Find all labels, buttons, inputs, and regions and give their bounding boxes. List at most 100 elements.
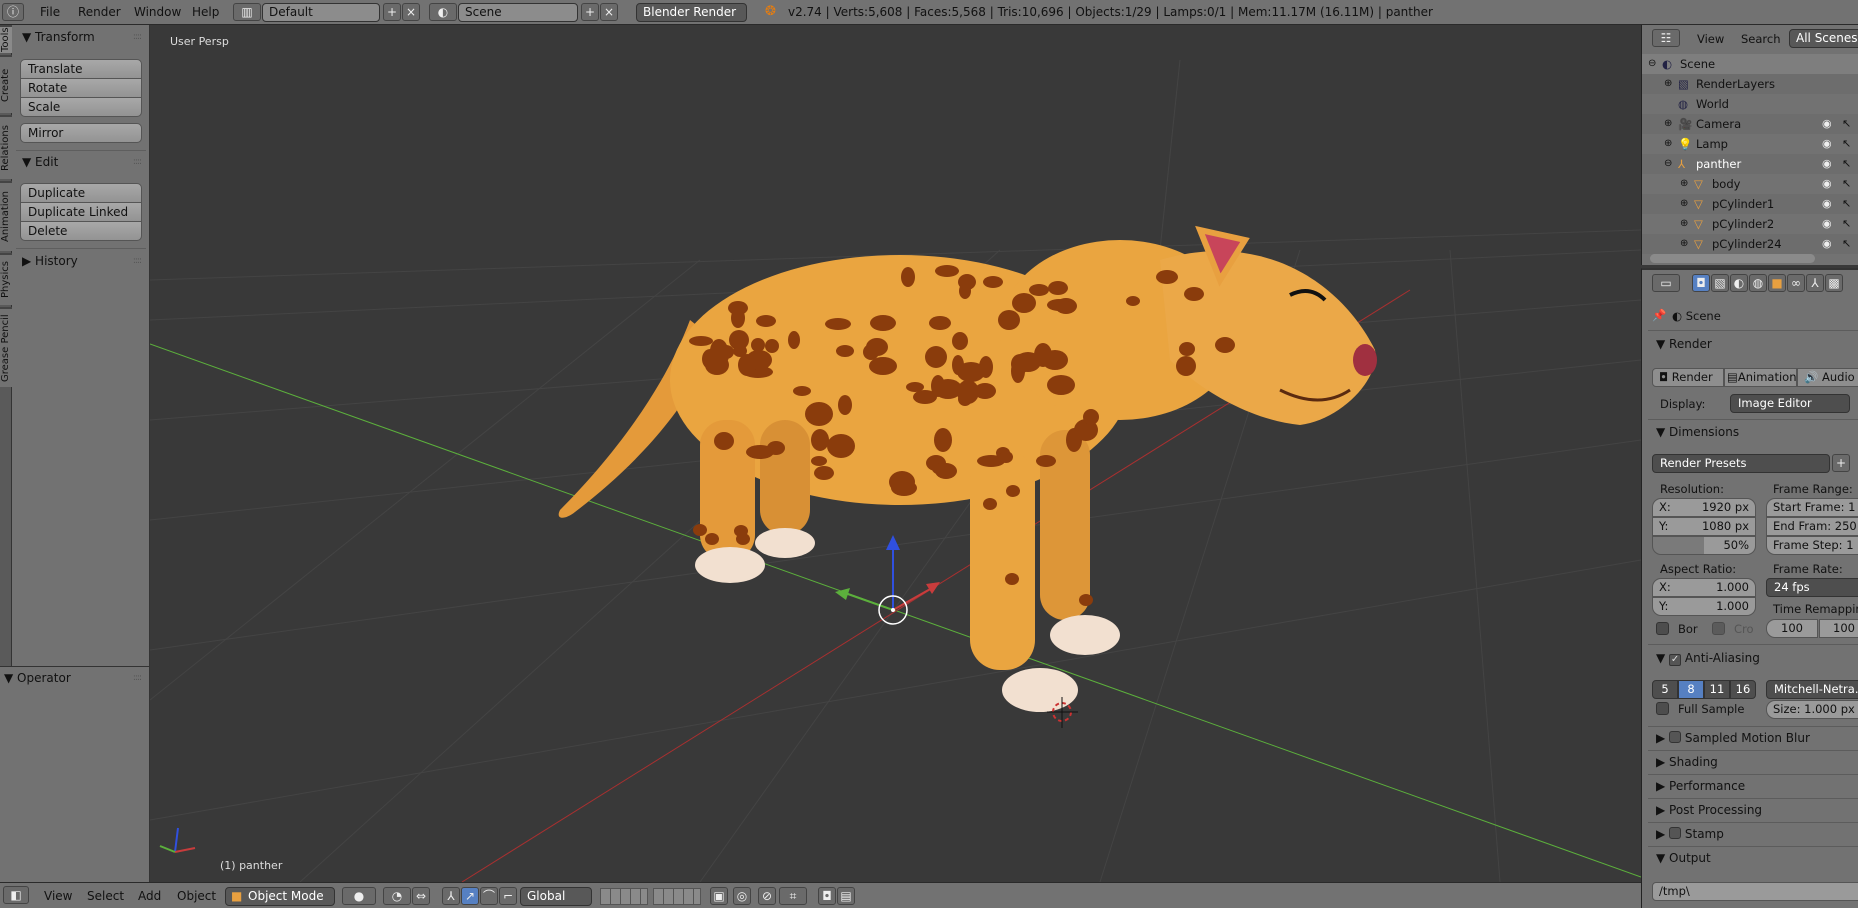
audio-button[interactable]: 🔊 Audio [1797, 368, 1858, 387]
aa-sample-5-button[interactable]: 5 [1652, 680, 1678, 699]
border-checkbox[interactable] [1656, 622, 1669, 635]
aspect-y-field[interactable]: Y: 1.000 [1652, 597, 1756, 616]
object-tab-icon[interactable]: ■ [1768, 274, 1786, 292]
full-sample-checkbox[interactable] [1656, 702, 1669, 715]
render-layers-tab-icon[interactable]: ▧ [1711, 274, 1729, 292]
render-animation-icon[interactable]: ▤ [837, 887, 855, 905]
cursor-select-icon[interactable]: ↖ [1842, 214, 1851, 234]
collapsed-panel-header[interactable]: ▶ Shading [1656, 755, 1718, 769]
menu-object[interactable]: Object [177, 889, 216, 903]
render-tab-icon[interactable]: ◘ [1692, 274, 1710, 292]
operator-panel-header[interactable]: ▼ Operator [4, 671, 71, 685]
manipulator-toggle-icon[interactable]: ⇔ [412, 887, 430, 905]
orientation-dropdown[interactable]: Global [520, 887, 592, 906]
end-frame-field[interactable]: End Fram: 250 [1766, 517, 1858, 536]
tab-animation[interactable]: Animation [0, 181, 12, 251]
constraints-tab-icon[interactable]: ∞ [1787, 274, 1805, 292]
transform-manipulator[interactable] [835, 535, 940, 625]
aa-filter-dropdown[interactable]: Mitchell-Netra... [1766, 680, 1858, 699]
expand-icon[interactable]: ⊕ [1680, 234, 1688, 254]
world-tab-icon[interactable]: ◍ [1749, 274, 1767, 292]
aa-sample-16-button[interactable]: 16 [1730, 680, 1756, 699]
scene-icon[interactable]: ◐ [429, 3, 457, 21]
time-remap-old-field[interactable]: 100 [1766, 619, 1818, 638]
render-button[interactable]: ◘ Render [1652, 368, 1724, 387]
frame-step-field[interactable]: Frame Step: 1 [1766, 536, 1858, 555]
outliner-row[interactable]: ⊕ ▽ pCylinder1 ◉ ↖ [1642, 194, 1858, 214]
add-scene-icon[interactable]: + [581, 3, 599, 21]
editor-type-icon[interactable]: ◧ [3, 886, 29, 904]
aspect-x-field[interactable]: X: 1.000 [1652, 578, 1756, 597]
tab-tools[interactable]: Tools [0, 25, 12, 53]
dimensions-panel-header[interactable]: ▼ Dimensions [1656, 425, 1739, 439]
tab-create[interactable]: Create [0, 55, 12, 113]
collapsed-panel-header[interactable]: ▶ Post Processing [1656, 803, 1762, 817]
drag-grip-icon[interactable]: :::: [133, 256, 142, 266]
output-panel-header[interactable]: ▼ Output [1656, 851, 1711, 865]
snap-element-icon[interactable]: ⌗ [779, 887, 807, 905]
eye-icon[interactable]: ◉ [1822, 194, 1832, 214]
rotate-manipulator-icon[interactable]: ⌒ [480, 887, 498, 905]
tab-relations[interactable]: Relations [0, 115, 12, 179]
render-still-icon[interactable]: ◘ [818, 887, 836, 905]
delete-layout-icon[interactable]: × [402, 3, 420, 21]
eye-icon[interactable]: ◉ [1822, 234, 1832, 254]
edit-panel-header[interactable]: ▼ Edit [22, 155, 58, 169]
outliner-row[interactable]: ⊖ ◐ Scene [1642, 54, 1858, 74]
panel-checkbox[interactable] [1669, 827, 1682, 839]
frame-rate-dropdown[interactable]: 24 fps [1766, 578, 1858, 597]
cursor-select-icon[interactable]: ↖ [1842, 234, 1851, 254]
cursor-select-icon[interactable]: ↖ [1842, 194, 1851, 214]
delete-button[interactable]: Delete [20, 221, 142, 241]
panel-checkbox[interactable] [1669, 731, 1682, 743]
drag-grip-icon[interactable]: :::: [133, 673, 142, 683]
manipulator-icon[interactable]: ⅄ [442, 887, 460, 905]
menu-help[interactable]: Help [192, 5, 219, 19]
menu-window[interactable]: Window [134, 5, 181, 19]
properties-editor-icon[interactable]: ▭ [1652, 274, 1680, 292]
outliner-row[interactable]: ⊕ ▽ body ◉ ↖ [1642, 174, 1858, 194]
cursor-select-icon[interactable]: ↖ [1842, 114, 1851, 134]
aa-size-field[interactable]: Size: 1.000 px [1766, 700, 1858, 719]
layers-grid-2[interactable] [653, 888, 701, 905]
render-engine-dropdown[interactable]: Blender Render [636, 3, 747, 22]
layout-icon[interactable]: ▥ [233, 3, 261, 21]
eye-icon[interactable]: ◉ [1822, 154, 1832, 174]
add-layout-icon[interactable]: + [383, 3, 401, 21]
menu-view[interactable]: View [44, 889, 72, 903]
eye-icon[interactable]: ◉ [1822, 174, 1832, 194]
delete-scene-icon[interactable]: × [600, 3, 618, 21]
drag-grip-icon[interactable]: :::: [133, 32, 142, 42]
layers-grid-1[interactable] [600, 888, 648, 905]
panther-model[interactable] [558, 225, 1377, 712]
aa-sample-11-button[interactable]: 11 [1704, 680, 1730, 699]
viewport-shading-icon[interactable]: ● [342, 887, 376, 905]
outliner-row[interactable]: ◍ World [1642, 94, 1858, 114]
proportional-edit-icon[interactable]: ◎ [733, 887, 751, 905]
rotate-button[interactable]: Rotate [20, 78, 142, 98]
mirror-button[interactable]: Mirror [20, 123, 142, 143]
expand-icon[interactable]: ⊖ [1648, 54, 1656, 74]
menu-add[interactable]: Add [138, 889, 161, 903]
lock-layers-icon[interactable]: ▣ [710, 887, 728, 905]
start-frame-field[interactable]: Start Frame: 1 [1766, 498, 1858, 517]
cursor-select-icon[interactable]: ↖ [1842, 154, 1851, 174]
collapsed-panel-header[interactable]: ▶ Stamp [1656, 827, 1724, 841]
outliner-row[interactable]: ⊖ ⅄ panther ◉ ↖ [1642, 154, 1858, 174]
outliner-row[interactable]: ⊕ ▧ RenderLayers [1642, 74, 1858, 94]
aa-sample-8-button[interactable]: 8 [1678, 680, 1704, 699]
outliner-scrollbar[interactable] [1650, 254, 1815, 263]
history-panel-header[interactable]: ▶ History [22, 254, 78, 268]
resolution-x-field[interactable]: X: 1920 px [1652, 498, 1756, 517]
cursor-select-icon[interactable]: ↖ [1842, 134, 1851, 154]
eye-icon[interactable]: ◉ [1822, 134, 1832, 154]
menu-select[interactable]: Select [87, 889, 124, 903]
expand-icon[interactable]: ⊕ [1680, 194, 1688, 214]
layout-dropdown[interactable]: Default [262, 3, 380, 22]
expand-icon[interactable]: ⊖ [1664, 154, 1672, 174]
pin-icon[interactable]: 📌 [1652, 308, 1666, 322]
eye-icon[interactable]: ◉ [1822, 214, 1832, 234]
expand-icon[interactable]: ⊕ [1664, 74, 1672, 94]
modifiers-tab-icon[interactable]: ⅄ [1806, 274, 1824, 292]
collapsed-panel-header[interactable]: ▶ Sampled Motion Blur [1656, 731, 1810, 745]
